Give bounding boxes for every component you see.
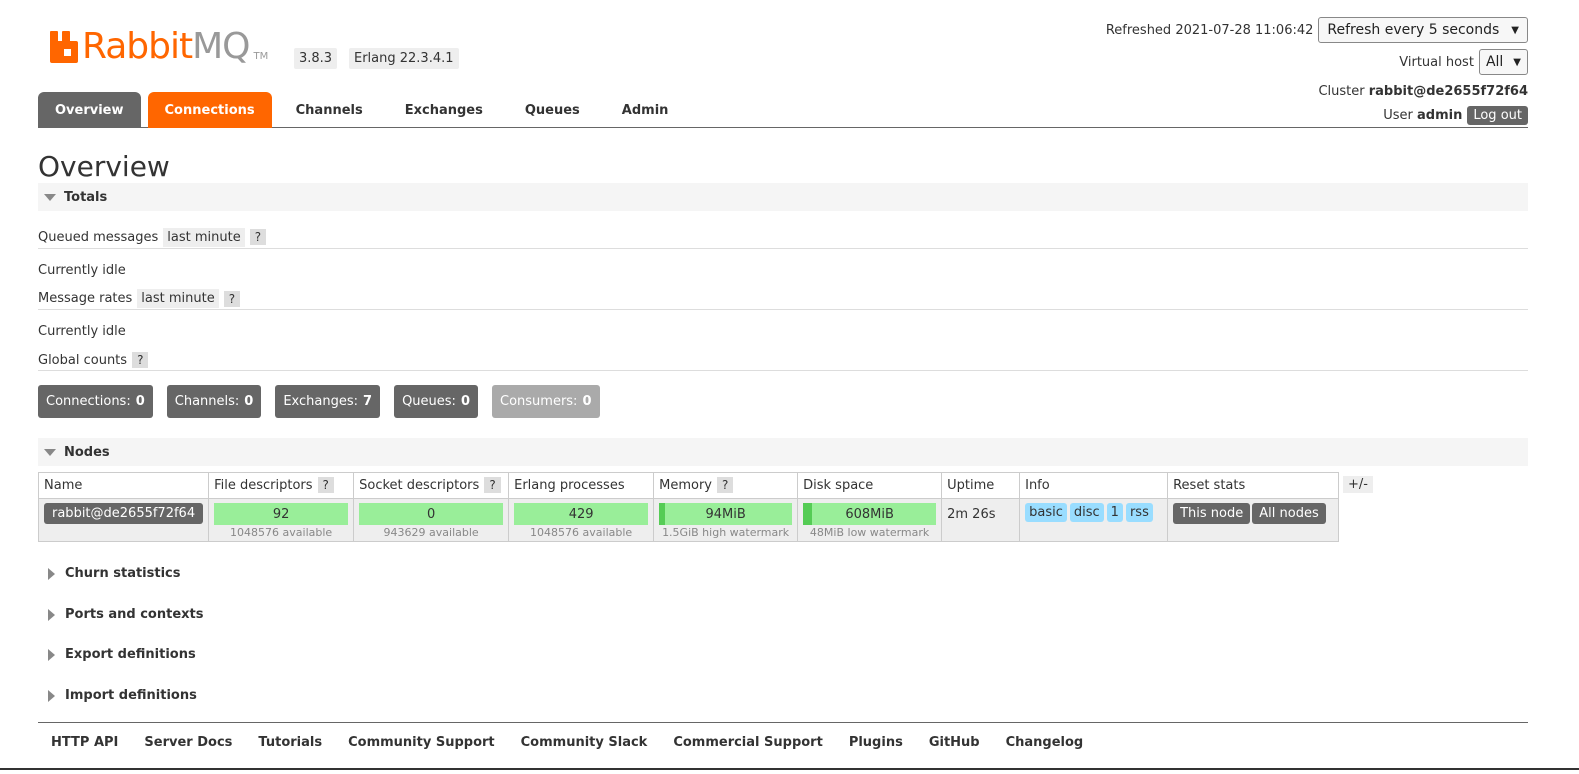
- disk-space-meter: 608MiB: [803, 503, 937, 525]
- memory-watermark: 1.5GiB high watermark: [662, 526, 790, 539]
- queues-count[interactable]: Queues: 0: [394, 385, 478, 418]
- disk-space-watermark: 48MiB low watermark: [809, 526, 930, 539]
- footer-link-plugins[interactable]: Plugins: [849, 735, 903, 750]
- virtual-host-label: Virtual host: [1399, 54, 1474, 70]
- info-badge-count: 1: [1106, 503, 1123, 522]
- help-icon[interactable]: ?: [249, 229, 267, 245]
- file-descriptors-meter: 92: [214, 503, 349, 525]
- nodes-section-header[interactable]: Nodes: [38, 438, 1528, 466]
- churn-statistics-section[interactable]: Churn statistics: [38, 566, 181, 581]
- rabbitmq-version-badge: 3.8.3: [294, 48, 338, 69]
- channels-count[interactable]: Channels: 0: [166, 385, 262, 418]
- consumers-count[interactable]: Consumers: 0: [492, 385, 600, 418]
- import-definitions-section[interactable]: Import definitions: [38, 688, 197, 703]
- tab-overview[interactable]: Overview: [38, 92, 141, 128]
- tab-admin[interactable]: Admin: [605, 92, 686, 128]
- col-disk-space: Disk space: [797, 472, 943, 499]
- table-header-row: Name File descriptors? Socket descriptor…: [37, 472, 1340, 499]
- chevron-down-icon: ▼: [1511, 24, 1519, 36]
- col-file-descriptors: File descriptors?: [208, 472, 355, 499]
- help-icon[interactable]: ?: [484, 477, 501, 493]
- export-definitions-section[interactable]: Export definitions: [38, 647, 196, 662]
- footer-link-changelog[interactable]: Changelog: [1006, 735, 1084, 750]
- virtual-host-select[interactable]: All ▼: [1478, 49, 1528, 75]
- tab-channels[interactable]: Channels: [279, 92, 380, 128]
- refreshed-timestamp: Refreshed 2021-07-28 11:06:42: [1105, 22, 1314, 38]
- expand-triangle-icon: [48, 648, 55, 661]
- help-icon[interactable]: ?: [223, 290, 241, 307]
- col-memory: Memory?: [653, 472, 799, 499]
- toggle-columns-button[interactable]: +/-: [1343, 476, 1373, 493]
- col-erlang-processes: Erlang processes: [508, 472, 655, 499]
- ports-contexts-section[interactable]: Ports and contexts: [38, 607, 203, 622]
- message-rates-range[interactable]: last minute: [137, 289, 219, 308]
- footer-link-tutorials[interactable]: Tutorials: [258, 735, 322, 750]
- global-counts-label: Global counts: [38, 352, 128, 368]
- footer-links: HTTP API Server Docs Tutorials Community…: [38, 722, 1528, 762]
- logo-text-rabbit: Rabbit: [82, 26, 193, 67]
- message-rates-label: Message rates: [38, 291, 133, 306]
- footer-link-github[interactable]: GitHub: [929, 735, 980, 750]
- expand-triangle-icon: [48, 608, 55, 621]
- erlang-version-badge: Erlang 22.3.4.1: [349, 48, 459, 69]
- message-rates-row: Message rates last minute ?: [38, 288, 1528, 310]
- nodes-table: Name File descriptors? Socket descriptor…: [37, 472, 1340, 542]
- reset-this-node-button[interactable]: This node: [1173, 503, 1251, 524]
- queued-messages-label: Queued messages: [38, 229, 159, 245]
- queued-messages-row: Queued messages last minute ?: [38, 226, 1528, 249]
- rates-idle-text: Currently idle: [38, 324, 126, 339]
- node-name-link[interactable]: rabbit@de2655f72f64: [44, 503, 204, 524]
- footer-link-commercial-support[interactable]: Commercial Support: [673, 735, 823, 750]
- uptime-value: 2m 26s: [947, 507, 996, 522]
- footer-link-community-support[interactable]: Community Support: [348, 735, 495, 750]
- page-title: Overview: [38, 150, 170, 183]
- main-nav-tabs: Overview Connections Channels Exchanges …: [38, 92, 1528, 128]
- file-descriptors-available: 1048576 available: [230, 526, 333, 539]
- tab-queues[interactable]: Queues: [508, 92, 597, 128]
- global-counts: Connections: 0 Channels: 0 Exchanges: 7 Que…: [38, 385, 614, 418]
- refresh-interval-select[interactable]: Refresh every 5 seconds ▼: [1318, 17, 1528, 43]
- logo-text-mq: MQ: [192, 26, 250, 67]
- erlang-processes-meter: 429: [514, 503, 649, 525]
- rabbitmq-logo[interactable]: RabbitMQ TM: [50, 26, 268, 68]
- erlang-processes-available: 1048576 available: [530, 526, 633, 539]
- page: RabbitMQ TM 3.8.3 Erlang 22.3.4.1 Refres…: [37, 0, 1528, 774]
- tab-exchanges[interactable]: Exchanges: [388, 92, 500, 128]
- footer-link-community-slack[interactable]: Community Slack: [521, 735, 648, 750]
- expand-triangle-icon: [48, 689, 55, 702]
- connections-count[interactable]: Connections: 0: [38, 385, 153, 418]
- socket-descriptors-meter: 0: [359, 503, 504, 525]
- help-icon[interactable]: ?: [716, 477, 734, 493]
- collapse-triangle-icon: [44, 448, 56, 456]
- col-uptime: Uptime: [941, 472, 1021, 499]
- bottom-border: [0, 768, 1579, 770]
- collapse-triangle-icon: [44, 193, 56, 201]
- reset-all-nodes-button[interactable]: All nodes: [1252, 503, 1326, 524]
- info-badge-disc: disc: [1069, 503, 1104, 522]
- queued-idle-text: Currently idle: [38, 263, 126, 278]
- exchanges-count[interactable]: Exchanges: 7: [275, 385, 381, 418]
- memory-meter: 94MiB: [659, 503, 793, 525]
- rabbit-logo-icon: [50, 31, 78, 63]
- global-counts-row: Global counts ?: [38, 350, 1528, 371]
- help-icon[interactable]: ?: [317, 477, 334, 493]
- col-reset-stats: Reset stats: [1167, 472, 1340, 499]
- info-badge-basic: basic: [1025, 503, 1067, 522]
- help-icon[interactable]: ?: [132, 352, 149, 368]
- info-badge-rss: rss: [1125, 503, 1153, 522]
- tab-connections[interactable]: Connections: [147, 92, 272, 128]
- socket-descriptors-available: 943629 available: [383, 526, 479, 539]
- chevron-down-icon: ▼: [1513, 56, 1521, 68]
- footer-link-server-docs[interactable]: Server Docs: [144, 735, 232, 750]
- footer-link-http-api[interactable]: HTTP API: [51, 735, 118, 750]
- queued-messages-range[interactable]: last minute: [163, 227, 245, 247]
- col-name: Name: [37, 472, 210, 499]
- totals-section-header[interactable]: Totals: [38, 183, 1528, 211]
- col-info: Info: [1019, 472, 1169, 499]
- col-socket-descriptors: Socket descriptors?: [353, 472, 510, 499]
- logo-trademark: TM: [253, 51, 269, 62]
- table-row: rabbit@de2655f72f64 92 1048576 available…: [37, 498, 1340, 542]
- expand-triangle-icon: [48, 567, 55, 580]
